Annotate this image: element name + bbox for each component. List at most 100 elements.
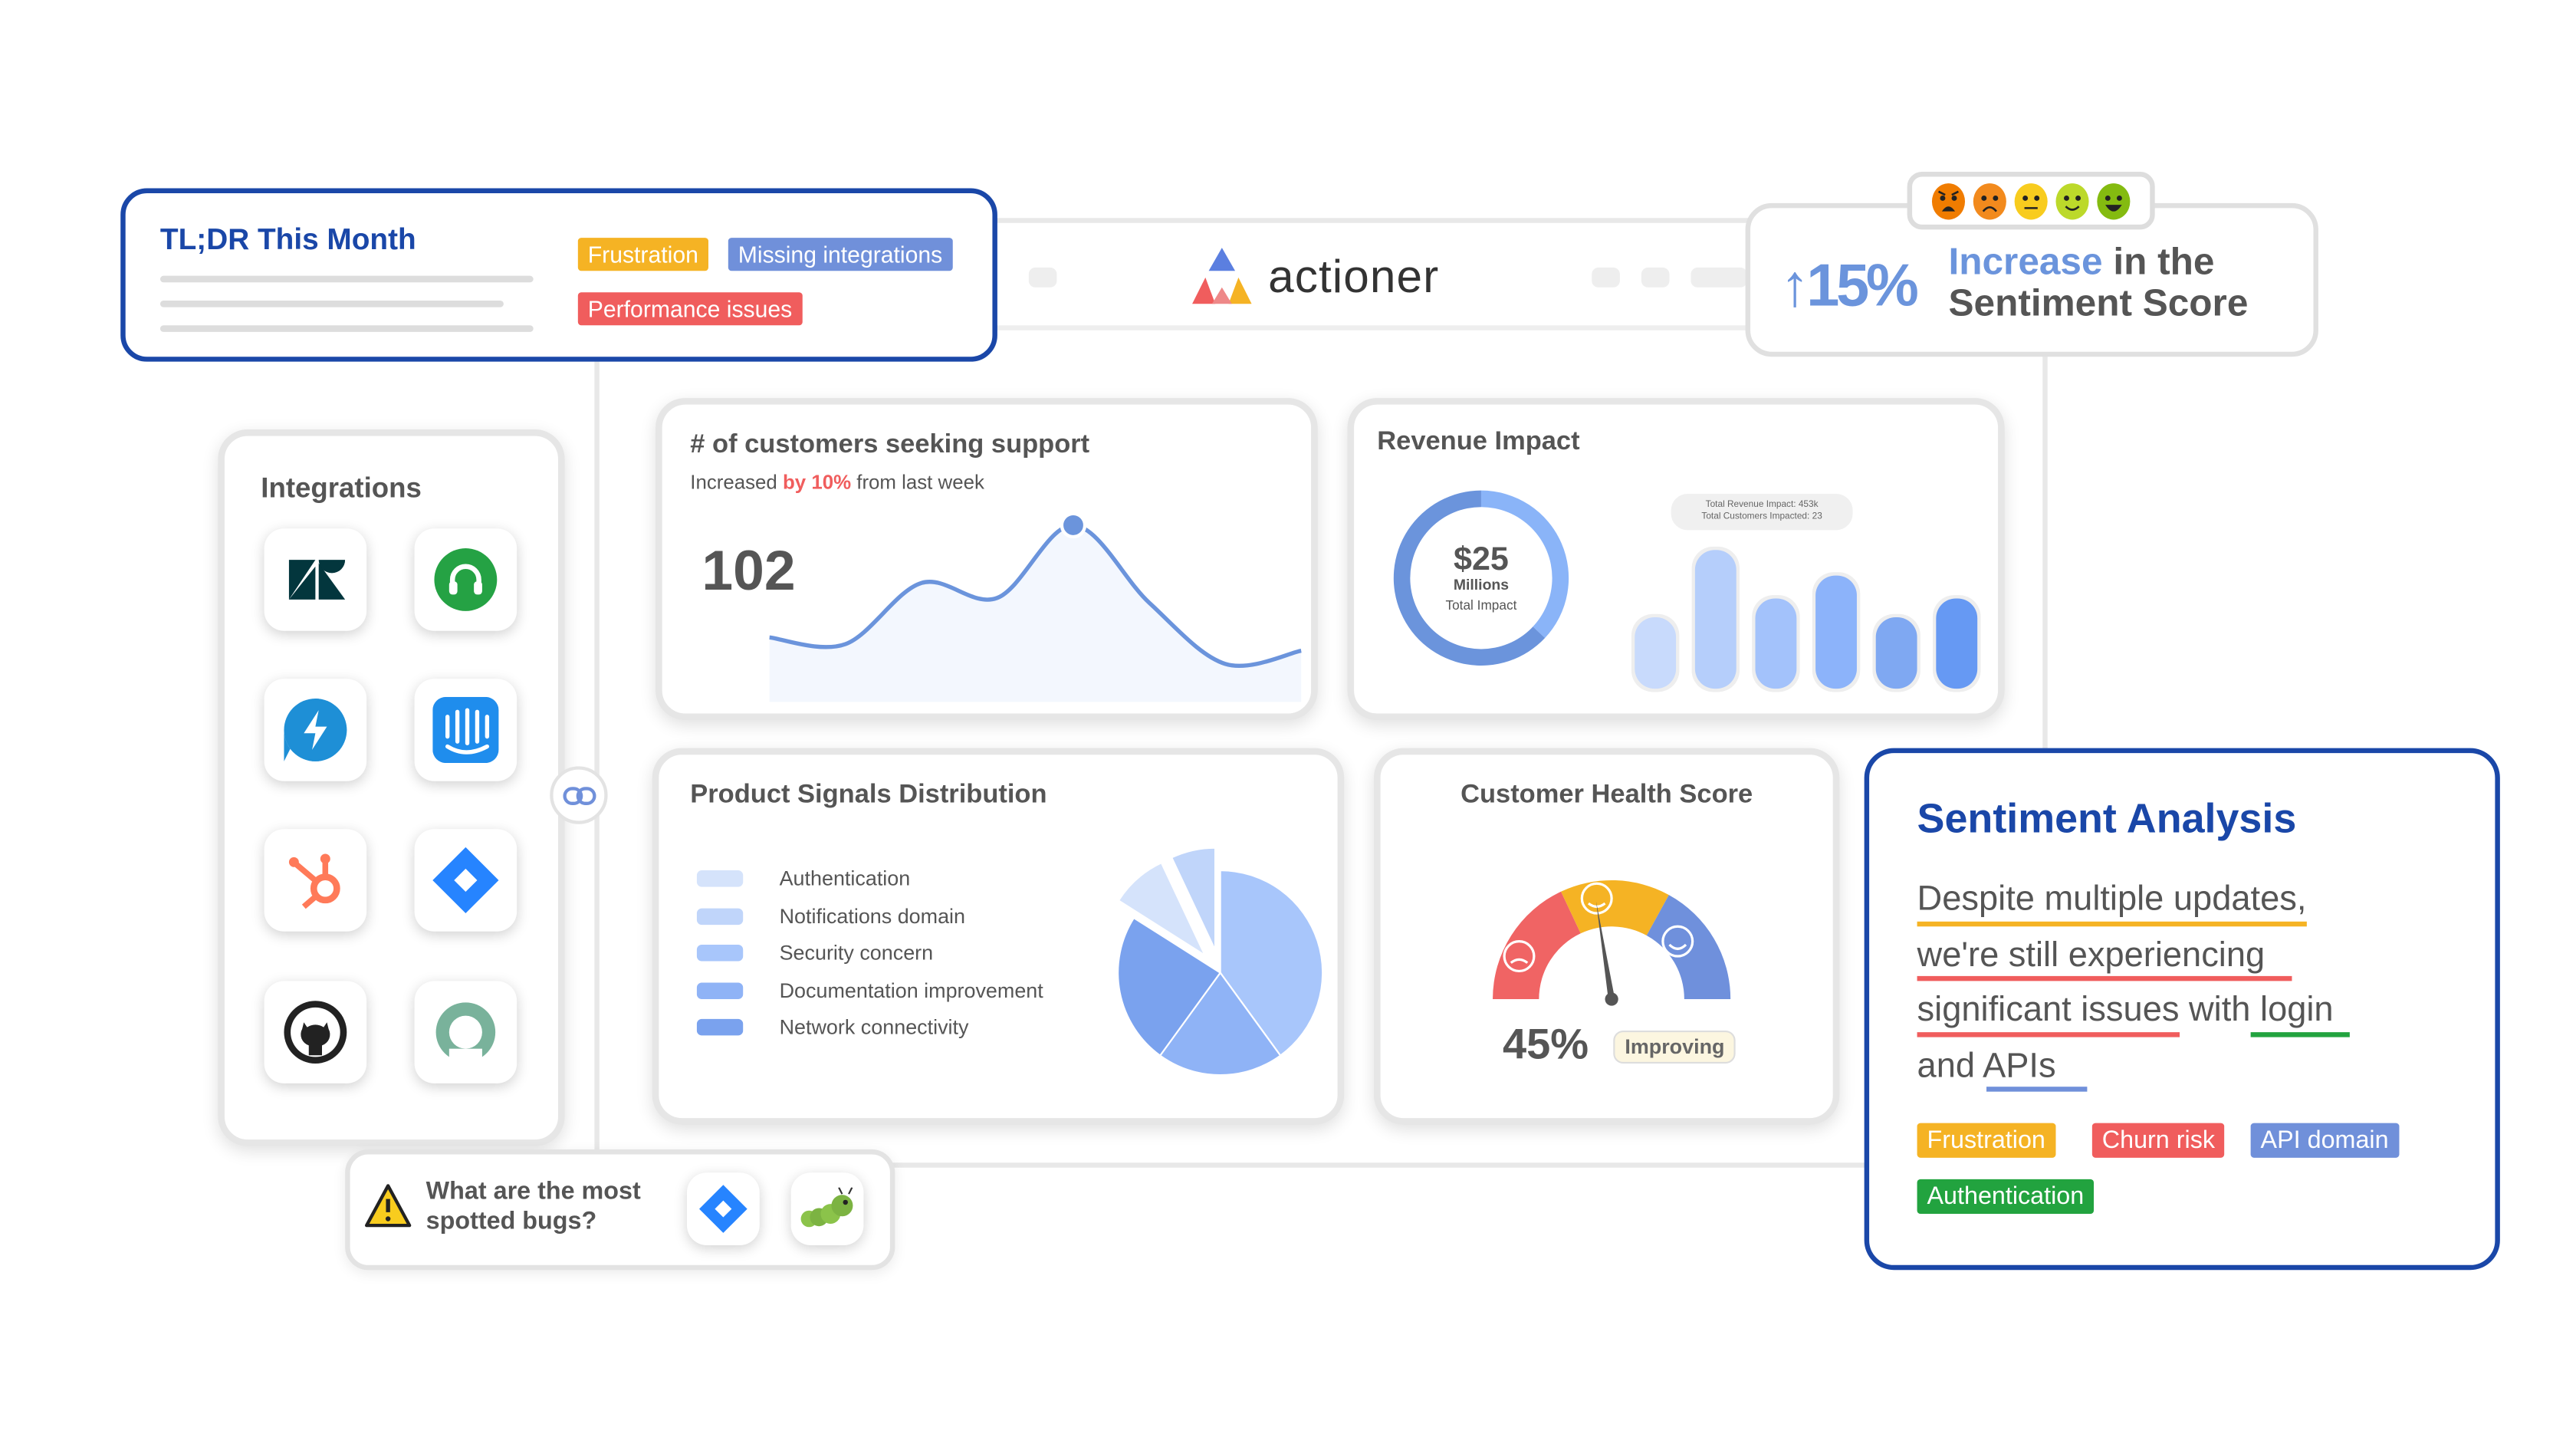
header-placeholder-dot	[1641, 267, 1670, 288]
bar	[1635, 617, 1677, 689]
legend-item: Network connectivity	[696, 1009, 1043, 1046]
signals-pie-chart	[1117, 847, 1324, 1077]
legend-label: Network connectivity	[779, 1016, 969, 1040]
tldr-title: TL;DR This Month	[159, 222, 416, 256]
header-placeholder-dot	[1691, 267, 1747, 288]
sentiment-line: and APIs	[1917, 1038, 2088, 1093]
smile-face-icon	[2055, 182, 2089, 219]
sentiment-analysis-title: Sentiment Analysis	[1917, 796, 2297, 843]
legend-label: Security concern	[779, 942, 934, 965]
happy-face-icon	[2097, 182, 2131, 219]
signals-title: Product Signals Distribution	[690, 781, 1047, 810]
revenue-bar-chart	[1631, 546, 1981, 692]
sentiment-analysis-panel: Sentiment Analysis Despite multiple upda…	[1864, 748, 2500, 1271]
intercom-icon[interactable]	[414, 679, 518, 781]
support-trend-chart	[769, 511, 1302, 702]
neutral-face-icon	[2014, 182, 2048, 219]
sentiment-score-value: ↑15%	[1779, 251, 1919, 319]
revenue-caption: Total Impact	[1445, 597, 1517, 613]
underline	[1986, 1087, 2088, 1092]
legend-label: Authentication	[779, 867, 911, 891]
underline	[2249, 1031, 2351, 1037]
sentiment-line: we're still experiencing	[1917, 927, 2293, 982]
hubspot-icon[interactable]	[264, 829, 367, 932]
jira-icon[interactable]	[686, 1172, 760, 1245]
github-icon[interactable]	[264, 981, 367, 1083]
bar	[1875, 617, 1917, 689]
warning-icon	[364, 1184, 412, 1228]
legend-item: Security concern	[696, 935, 1043, 972]
legend-swatch	[696, 1019, 744, 1036]
link-icon[interactable]	[550, 766, 608, 824]
underline	[1917, 975, 2293, 981]
highlight-word: Increase	[1948, 239, 2103, 283]
tag-frustration[interactable]: Frustration	[1917, 1123, 2055, 1158]
health-gauge	[1493, 880, 1731, 1006]
emoji-scale	[1907, 171, 2155, 230]
legend-swatch	[696, 981, 744, 999]
arrow-up-icon: ↑	[1779, 251, 1810, 319]
product-signals-card: Product Signals Distribution Authenticat…	[652, 748, 1345, 1125]
bar	[1755, 598, 1797, 689]
bar	[1694, 550, 1737, 689]
tag-frustration[interactable]: Frustration	[577, 238, 708, 271]
bug-caterpillar-icon[interactable]	[790, 1172, 864, 1245]
tag-churn-risk[interactable]: Churn risk	[2091, 1123, 2225, 1158]
legend-item: Documentation improvement	[696, 972, 1043, 1009]
gauge-pivot	[1605, 992, 1618, 1006]
bolt-integration-icon[interactable]	[264, 679, 367, 781]
legend-item: Authentication	[696, 860, 1043, 897]
gauge-segment	[1493, 891, 1581, 1000]
peak-point	[1060, 511, 1087, 539]
placeholder-line	[159, 300, 504, 307]
health-title: Customer Health Score	[1460, 781, 1753, 810]
health-status-badge: Improving	[1613, 1030, 1737, 1064]
label-text: Sentiment Score	[1948, 281, 2249, 324]
legend-swatch	[696, 945, 744, 962]
brand-name: actioner	[1268, 251, 1440, 303]
underline	[1917, 1031, 2180, 1037]
bugs-question: What are the most spotted bugs?	[426, 1177, 641, 1236]
tldr-panel: TL;DR This Month Frustration Missing int…	[120, 188, 997, 362]
support-subtitle: Increased by 10% from last week	[690, 470, 984, 494]
zendesk-icon[interactable]	[264, 528, 367, 631]
tag-authentication[interactable]: Authentication	[1917, 1179, 2095, 1215]
signals-legend: Authentication Notifications domain Securi…	[696, 860, 1043, 1046]
header-placeholder-dot	[1592, 267, 1620, 288]
revenue-tooltip: Total Revenue Impact: 453k Total Custome…	[1671, 493, 1853, 531]
bugs-question-panel: What are the most spotted bugs?	[345, 1149, 895, 1271]
support-card: # of customers seeking support Increased…	[656, 398, 1318, 721]
jira-icon[interactable]	[414, 829, 518, 932]
freshdesk-icon[interactable]	[414, 528, 518, 631]
legend-label: Notifications domain	[779, 904, 966, 928]
revenue-amount: $25	[1454, 541, 1509, 578]
area-fill	[769, 524, 1302, 702]
sentiment-line: significant issues with login	[1917, 983, 2351, 1038]
legend-label: Documentation improvement	[779, 978, 1043, 1002]
bar	[1936, 598, 1978, 689]
sentiment-score-label: Increase in the Sentiment Score	[1948, 239, 2249, 324]
legend-swatch	[696, 908, 744, 925]
revenue-title: Revenue Impact	[1377, 427, 1580, 456]
angry-face-icon	[1931, 182, 1966, 219]
tooltip-line: Total Revenue Impact: 453k	[1705, 500, 1819, 511]
tag-api-domain[interactable]: API domain	[2250, 1123, 2399, 1158]
placeholder-line	[159, 325, 534, 332]
tag-missing-integrations[interactable]: Missing integrations	[728, 238, 953, 271]
customer-health-card: Customer Health Score 45% Improving	[1373, 748, 1840, 1125]
label-text: in the	[2102, 239, 2215, 283]
header-placeholder-dot	[1028, 267, 1057, 288]
integrations-title: Integrations	[261, 472, 422, 504]
revenue-card: Revenue Impact $25 Millions Total Impact…	[1347, 398, 2005, 721]
actioner-logo-icon	[1192, 248, 1252, 304]
brand-logo[interactable]: actioner	[1185, 245, 1439, 311]
donut-center: $25 Millions Total Impact	[1390, 544, 1572, 613]
sad-face-icon	[1973, 182, 2006, 219]
placeholder-line	[159, 275, 534, 283]
sentiment-line: Despite multiple updates,	[1917, 872, 2307, 927]
tag-performance-issues[interactable]: Performance issues	[577, 292, 803, 326]
revenue-unit: Millions	[1453, 576, 1510, 593]
front-icon[interactable]	[414, 981, 518, 1083]
sentiment-text: Despite multiple updates, we're still ex…	[1917, 872, 2351, 1093]
legend-item: Notifications domain	[696, 898, 1043, 935]
